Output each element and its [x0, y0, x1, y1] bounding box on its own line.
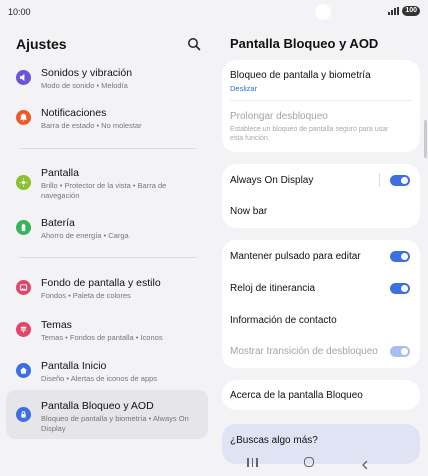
sidebar-item-lock-screen[interactable]: Pantalla Bloqueo y AOD Bloqueo de pantal… — [6, 390, 208, 439]
extend-unlock-description: Establece un bloqueo de pantalla seguro … — [230, 126, 389, 142]
divider — [20, 257, 196, 258]
roaming-clock-label: Reloj de itinerancia — [230, 283, 316, 294]
sidebar-item-notifications[interactable]: Notificaciones Barra de estado • No mole… — [6, 102, 208, 134]
sidebar-item-wallpaper[interactable]: Fondo de pantalla y estilo Fondos • Pale… — [6, 272, 208, 304]
back-button[interactable] — [360, 457, 370, 470]
signal-icon — [388, 7, 400, 15]
aod-toggle[interactable] — [390, 175, 410, 186]
unlock-transition-label: Mostrar transición de desbloqueo — [230, 346, 378, 357]
brush-icon — [16, 322, 31, 337]
press-edit-toggle[interactable] — [390, 251, 410, 262]
looking-more-label: ¿Buscas algo más? — [230, 435, 318, 446]
aod-label: Always On Display — [230, 175, 314, 186]
sidebar-item-subtitle: Bloqueo de pantalla y biometría • Always… — [41, 414, 189, 433]
home-icon — [16, 363, 31, 378]
press-edit-row[interactable]: Mantener pulsado para editar — [222, 240, 420, 272]
sidebar-item-themes[interactable]: Temas Temas • Fondos de pantalla • Icono… — [6, 314, 208, 346]
sidebar-item-label: Pantalla — [41, 167, 79, 179]
status-indicators: 100 — [388, 6, 420, 16]
search-button[interactable] — [186, 36, 202, 52]
roaming-clock-toggle[interactable] — [390, 283, 410, 294]
chevron-left-icon — [362, 460, 368, 470]
recents-button[interactable] — [247, 458, 258, 467]
unlock-transition-row: Mostrar transición de desbloqueo — [222, 336, 420, 368]
settings-list-panel: Ajustes Sonidos y vibración Modo de soni… — [0, 22, 214, 476]
sidebar-item-label: Pantalla Inicio — [41, 360, 107, 372]
lock-biometrics-label: Bloqueo de pantalla y biometría — [230, 70, 371, 81]
about-row[interactable]: Acerca de la pantalla Bloqueo — [222, 380, 420, 410]
sidebar-item-subtitle: Diseño • Alertas de iconos de apps — [41, 374, 158, 383]
about-card: Acerca de la pantalla Bloqueo — [222, 380, 420, 410]
now-bar-row[interactable]: Now bar — [222, 196, 420, 228]
sun-icon — [16, 175, 31, 190]
sidebar-item-display[interactable]: Pantalla Brillo • Protector de la vista … — [6, 162, 208, 204]
extend-unlock-label: Prolongar desbloqueo — [230, 111, 328, 122]
sidebar-item-sounds[interactable]: Sonidos y vibración Modo de sonido • Mel… — [6, 62, 208, 94]
lock-options-card: Mantener pulsado para editar Reloj de it… — [222, 240, 420, 368]
lock-icon — [16, 407, 31, 422]
about-label: Acerca de la pantalla Bloqueo — [230, 390, 363, 401]
sidebar-item-battery[interactable]: Batería Ahorro de energía • Carga — [6, 212, 208, 244]
page-title: Ajustes — [16, 36, 67, 52]
sidebar-item-subtitle: Barra de estado • No molestar — [41, 121, 142, 130]
aod-card: Always On Display Now bar — [222, 164, 420, 228]
contact-info-label: Información de contacto — [230, 315, 337, 326]
divider — [379, 173, 380, 187]
lock-biometrics-value: Deslizar — [230, 84, 258, 93]
sidebar-item-home-screen[interactable]: Pantalla Inicio Diseño • Alertas de icon… — [6, 355, 208, 387]
lock-security-card: Bloqueo de pantalla y biometría Deslizar… — [222, 60, 420, 152]
home-button[interactable] — [304, 457, 314, 467]
battery-icon: 100 — [402, 6, 420, 16]
aod-row[interactable]: Always On Display — [222, 164, 420, 196]
roaming-clock-row[interactable]: Reloj de itinerancia — [222, 272, 420, 304]
bell-icon — [16, 110, 31, 125]
press-edit-label: Mantener pulsado para editar — [230, 251, 361, 262]
unlock-transition-toggle — [390, 346, 410, 357]
sidebar-item-subtitle: Brillo • Protector de la vista • Barra d… — [41, 181, 167, 200]
scrollbar[interactable] — [424, 120, 427, 158]
navigation-bar — [214, 450, 428, 476]
now-bar-label: Now bar — [230, 206, 268, 217]
lock-biometrics-row[interactable]: Bloqueo de pantalla y biometría Deslizar — [222, 60, 420, 100]
status-time: 10:00 — [8, 7, 31, 17]
extend-unlock-row: Prolongar desbloqueo Establece un bloque… — [222, 101, 420, 152]
sidebar-item-label: Temas — [41, 319, 72, 331]
sidebar-item-subtitle: Ahorro de energía • Carga — [41, 231, 129, 240]
battery-settings-icon — [16, 220, 31, 235]
contact-info-row[interactable]: Información de contacto — [222, 304, 420, 336]
sidebar-item-subtitle: Modo de sonido • Melodía — [41, 81, 128, 90]
divider — [20, 148, 196, 149]
speaker-icon — [16, 70, 31, 85]
detail-title: Pantalla Bloqueo y AOD — [230, 36, 379, 51]
lock-screen-detail-panel: Pantalla Bloqueo y AOD Bloqueo de pantal… — [214, 22, 428, 476]
sidebar-item-subtitle: Temas • Fondos de pantalla • Iconos — [41, 333, 163, 342]
image-icon — [16, 280, 31, 295]
sidebar-item-label: Fondo de pantalla y estilo — [41, 277, 161, 289]
sidebar-item-label: Batería — [41, 217, 75, 229]
camera-cutout — [315, 4, 331, 20]
sidebar-item-label: Pantalla Bloqueo y AOD — [41, 400, 154, 412]
sidebar-item-label: Sonidos y vibración — [41, 67, 133, 79]
search-icon — [188, 38, 201, 51]
sidebar-item-label: Notificaciones — [41, 107, 107, 119]
status-bar: 10:00 100 — [0, 0, 428, 22]
sidebar-item-subtitle: Fondos • Paleta de colores — [41, 291, 131, 300]
